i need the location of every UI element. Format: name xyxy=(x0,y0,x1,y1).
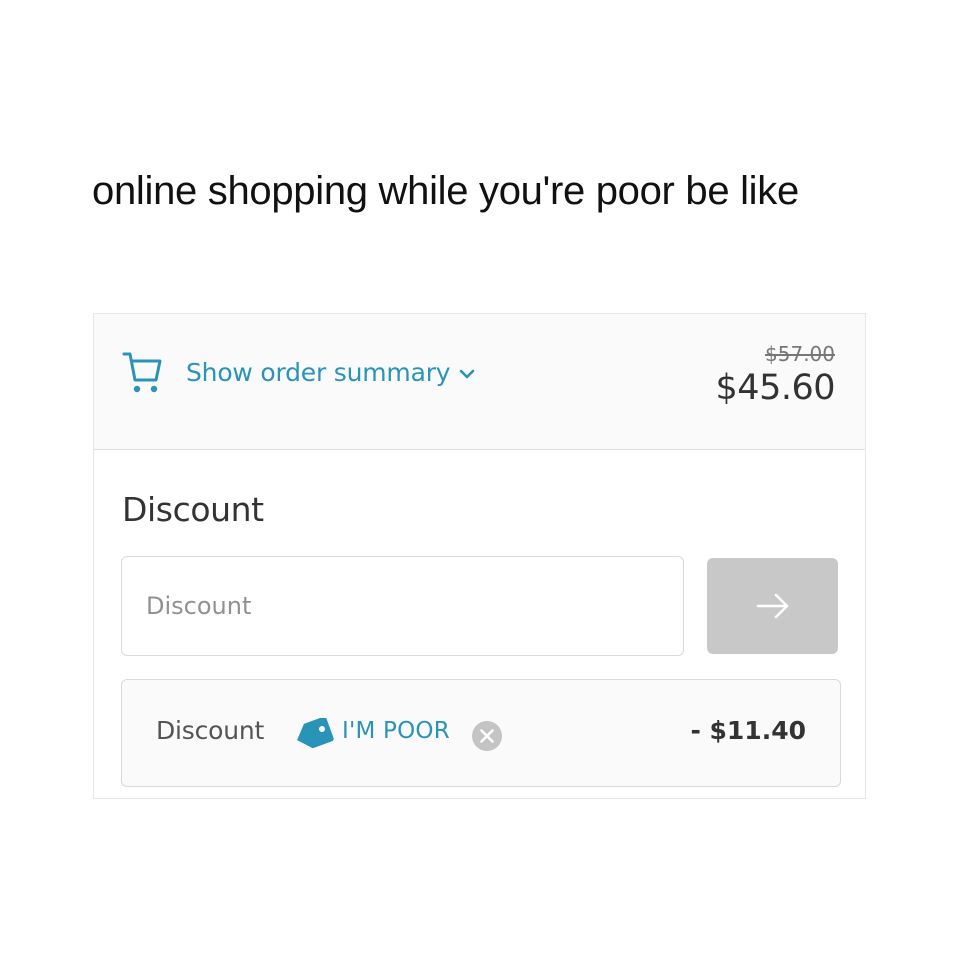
cart-icon xyxy=(122,350,162,394)
original-total-price: $57.00 xyxy=(765,342,835,366)
tag-icon xyxy=(294,716,334,750)
discount-heading: Discount xyxy=(122,490,264,529)
order-summary-toggle[interactable]: Show order summary xyxy=(122,348,476,396)
apply-discount-button[interactable] xyxy=(707,558,838,654)
discount-code-tag: I'M POOR xyxy=(342,718,450,744)
order-summary-label: Show order summary xyxy=(186,357,451,387)
discount-code-input[interactable] xyxy=(121,556,684,656)
checkout-panel: Show order summary $57.00 $45.60 Discoun… xyxy=(93,313,866,799)
discounted-total-price: $45.60 xyxy=(715,368,836,408)
discount-amount: - $11.40 xyxy=(690,716,806,745)
applied-discount-row: Discount I'M POOR - $11.40 xyxy=(121,679,841,787)
meme-caption: online shopping while you're poor be lik… xyxy=(92,169,799,213)
order-summary-bar: Show order summary $57.00 $45.60 xyxy=(94,314,865,450)
applied-discount-label: Discount xyxy=(156,716,265,745)
chevron-down-icon xyxy=(458,367,476,381)
arrow-right-icon xyxy=(755,592,791,620)
close-circle-icon[interactable] xyxy=(471,720,503,752)
